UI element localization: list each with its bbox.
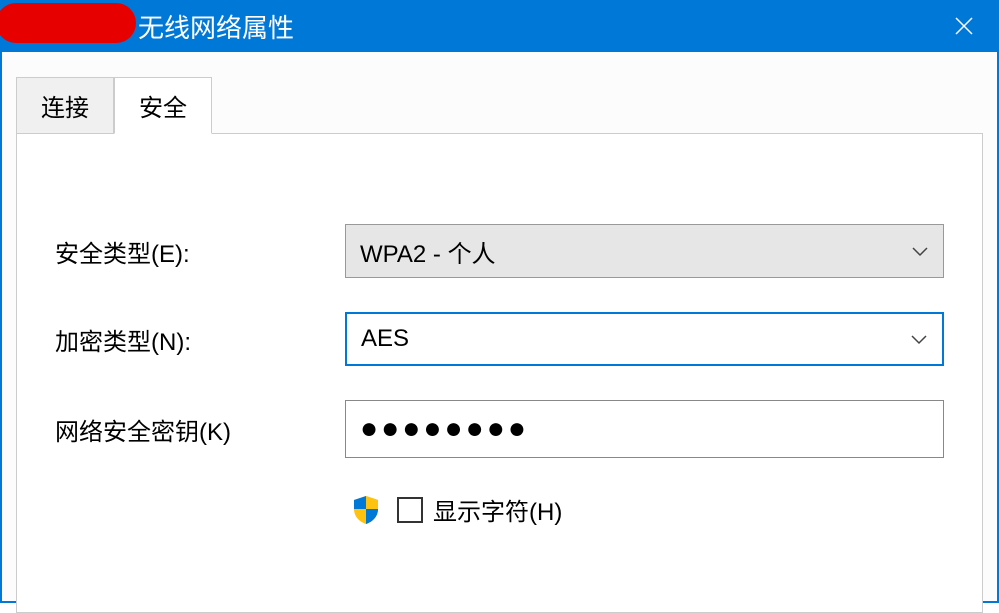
titlebar: 无线网络属性 (0, 0, 999, 52)
row-encryption-type: 加密类型(N): AES (55, 312, 944, 366)
row-security-type: 安全类型(E): WPA2 - 个人 (55, 224, 944, 278)
tab-security[interactable]: 安全 (114, 77, 212, 134)
shield-icon (353, 495, 379, 525)
chevron-down-icon (910, 325, 928, 353)
label-encryption-type: 加密类型(N): (55, 322, 345, 357)
title-left: 无线网络属性 (0, 8, 294, 45)
close-icon (954, 16, 974, 36)
label-show-characters: 显示字符(H) (433, 492, 562, 527)
window-title: 无线网络属性 (138, 8, 294, 45)
redacted-network-name (0, 3, 136, 43)
tab-panel-security: 安全类型(E): WPA2 - 个人 加密类型(N): AES 网络安全密钥(K… (16, 133, 983, 613)
tab-connection[interactable]: 连接 (16, 77, 114, 134)
input-network-key[interactable]: ●●●●●●●● (345, 400, 944, 458)
tab-strip: 连接 安全 (16, 76, 983, 133)
label-security-type: 安全类型(E): (55, 234, 345, 269)
close-button[interactable] (929, 0, 999, 52)
chevron-down-icon (911, 237, 929, 265)
label-network-key: 网络安全密钥(K) (55, 412, 345, 447)
combo-encryption-type-value: AES (361, 325, 409, 353)
row-network-key: 网络安全密钥(K) ●●●●●●●● (55, 400, 944, 458)
combo-encryption-type[interactable]: AES (345, 312, 944, 366)
network-key-masked: ●●●●●●●● (360, 412, 529, 446)
combo-security-type[interactable]: WPA2 - 个人 (345, 224, 944, 278)
dialog-body: 连接 安全 安全类型(E): WPA2 - 个人 加密类型(N): AES 网络… (0, 52, 999, 603)
combo-security-type-value: WPA2 - 个人 (360, 234, 496, 269)
row-show-characters: 显示字符(H) (353, 492, 944, 527)
checkbox-show-characters[interactable] (397, 497, 423, 523)
